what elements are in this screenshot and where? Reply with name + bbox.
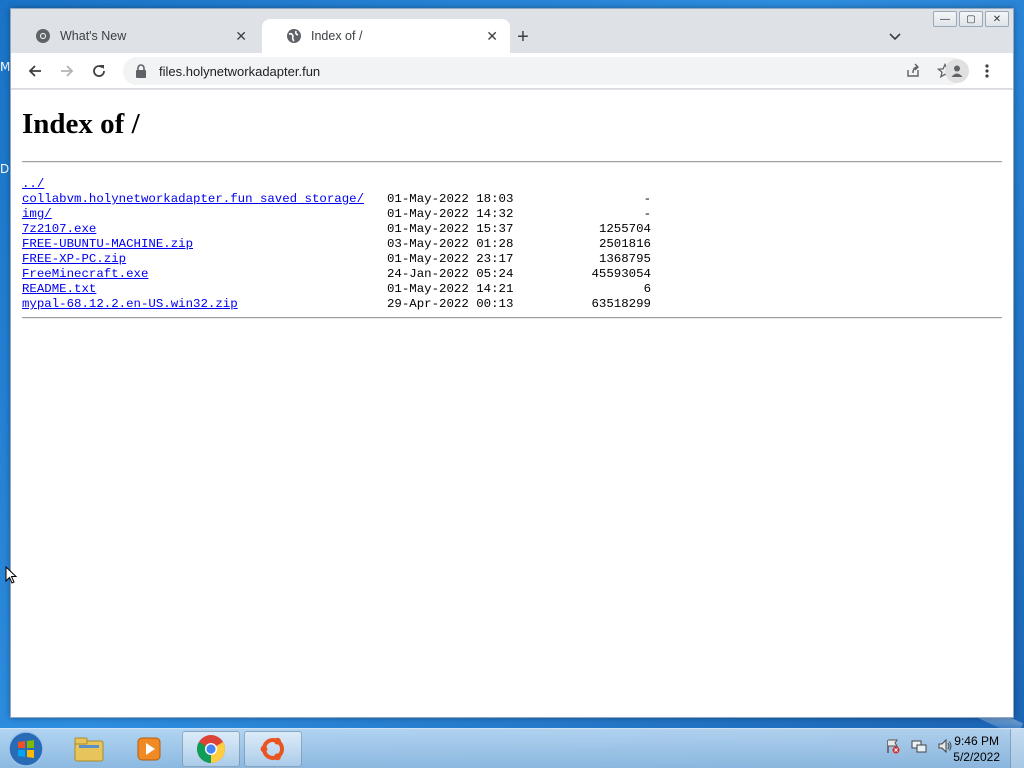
file-date: 01-May-2022 23:17 <box>387 252 514 266</box>
browser-window: What's New ✕ Index of / ✕ + — ▢ ✕ files.… <box>10 8 1014 718</box>
show-desktop-button[interactable] <box>1010 729 1024 768</box>
system-clock[interactable]: 9:46 PM 5/2/2022 <box>953 733 1000 765</box>
tab-close-button[interactable]: ✕ <box>235 28 247 45</box>
file-link[interactable]: FREE-XP-PC.zip <box>22 252 387 267</box>
file-date: 01-May-2022 14:32 <box>387 207 514 221</box>
file-date: 24-Jan-2022 05:24 <box>387 267 514 281</box>
tab-search-button[interactable] <box>885 27 905 47</box>
file-size: 63518299 <box>591 297 652 311</box>
file-size <box>537 177 651 192</box>
arrow-right-icon <box>61 65 74 77</box>
file-date: 01-May-2022 18:03 <box>387 192 514 206</box>
file-date: 03-May-2022 01:28 <box>387 237 514 251</box>
tab-whats-new[interactable]: What's New ✕ <box>11 19 259 53</box>
file-link[interactable]: README.txt <box>22 282 387 297</box>
share-button[interactable] <box>901 59 925 83</box>
desktop-icon-label: M <box>0 60 11 74</box>
reload-icon <box>93 65 105 77</box>
taskbar: 9:46 PM 5/2/2022 <box>0 728 1024 768</box>
file-size: - <box>643 207 651 221</box>
reload-button[interactable] <box>87 59 111 83</box>
file-size: 2501816 <box>598 237 651 251</box>
tab-index[interactable]: Index of / ✕ <box>262 19 510 53</box>
file-link[interactable]: 7z2107.exe <box>22 222 387 237</box>
file-date: 01-May-2022 15:37 <box>387 222 514 236</box>
share-icon <box>907 63 919 77</box>
taskbar-explorer[interactable] <box>60 731 118 767</box>
file-listing: ../ collabvm.holynetworkadapter.fun save… <box>22 163 1002 317</box>
window-controls: — ▢ ✕ <box>933 11 1009 27</box>
file-date <box>387 177 537 192</box>
chrome-icon <box>35 28 51 44</box>
media-player-icon <box>137 737 161 761</box>
maximize-button[interactable]: ▢ <box>959 11 983 27</box>
system-tray <box>884 737 954 755</box>
file-link[interactable]: FREE-UBUNTU-MACHINE.zip <box>22 237 387 252</box>
ubuntu-icon <box>260 737 284 761</box>
file-size: 1255704 <box>598 222 651 236</box>
chevron-down-icon <box>889 33 901 41</box>
list-item: collabvm.holynetworkadapter.fun saved st… <box>22 192 1002 207</box>
file-date: 01-May-2022 14:21 <box>387 282 514 296</box>
list-item: ../ <box>22 177 1002 192</box>
page-content: Index of / ../ collabvm.holynetworkadapt… <box>11 90 1013 717</box>
file-link[interactable]: ../ <box>22 177 387 192</box>
start-button[interactable] <box>4 730 48 768</box>
action-center-icon[interactable] <box>884 737 902 755</box>
file-link[interactable]: mypal-68.12.2.en-US.win32.zip <box>22 297 387 312</box>
page-title: Index of / <box>22 108 140 140</box>
lock-icon <box>135 64 149 78</box>
list-item: FREE-UBUNTU-MACHINE.zip 03-May-2022 01:28… <box>22 237 1002 252</box>
clock-date: 5/2/2022 <box>953 750 1000 764</box>
browser-toolbar: files.holynetworkadapter.fun <box>11 53 1013 89</box>
file-size: 45593054 <box>591 267 652 281</box>
person-icon <box>951 65 963 77</box>
volume-icon[interactable] <box>936 737 954 755</box>
taskbar-chrome[interactable] <box>182 731 240 767</box>
close-button[interactable]: ✕ <box>985 11 1009 27</box>
new-tab-button[interactable]: + <box>511 25 535 49</box>
list-item: mypal-68.12.2.en-US.win32.zip 29-Apr-2022… <box>22 297 1002 312</box>
chrome-icon <box>197 735 225 763</box>
list-item: FreeMinecraft.exe 24-Jan-2022 05:24 455930… <box>22 267 1002 282</box>
url-text[interactable]: files.holynetworkadapter.fun <box>159 64 901 79</box>
mouse-cursor-icon <box>5 566 17 584</box>
profile-button[interactable] <box>945 59 969 83</box>
list-item: FREE-XP-PC.zip 01-May-2022 23:17 1368795 <box>22 252 1002 267</box>
arrow-left-icon <box>28 65 41 77</box>
file-link[interactable]: FreeMinecraft.exe <box>22 267 387 282</box>
file-size: 6 <box>643 282 651 296</box>
tab-title: What's New <box>60 29 127 43</box>
globe-icon <box>286 28 302 44</box>
file-link[interactable]: img/ <box>22 207 387 222</box>
tab-strip: What's New ✕ Index of / ✕ + <box>11 9 1013 53</box>
taskbar-ubuntu[interactable] <box>244 731 302 767</box>
tab-title: Index of / <box>311 29 363 43</box>
file-size: - <box>643 192 651 206</box>
minimize-button[interactable]: — <box>933 11 957 27</box>
folder-icon <box>74 737 104 762</box>
windows-logo-icon <box>8 731 44 767</box>
list-item: img/01-May-2022 14:32 - <box>22 207 1002 222</box>
list-item: 7z2107.exe 01-May-2022 15:37 1255704 <box>22 222 1002 237</box>
file-date: 29-Apr-2022 00:13 <box>387 297 514 311</box>
address-bar[interactable]: files.holynetworkadapter.fun <box>123 57 965 85</box>
taskbar-media-player[interactable] <box>120 731 178 767</box>
forward-button[interactable] <box>55 59 79 83</box>
file-size: 1368795 <box>598 252 651 266</box>
kebab-menu-icon <box>985 64 989 78</box>
list-item: README.txt 01-May-2022 14:21 6 <box>22 282 1002 297</box>
tab-close-button[interactable]: ✕ <box>486 28 498 45</box>
clock-time: 9:46 PM <box>954 734 999 748</box>
back-button[interactable] <box>23 59 47 83</box>
network-icon[interactable] <box>910 737 928 755</box>
file-link[interactable]: collabvm.holynetworkadapter.fun saved st… <box>22 192 387 207</box>
divider <box>22 317 1002 319</box>
menu-button[interactable] <box>975 59 999 83</box>
desktop-icon-label: D <box>0 162 10 176</box>
